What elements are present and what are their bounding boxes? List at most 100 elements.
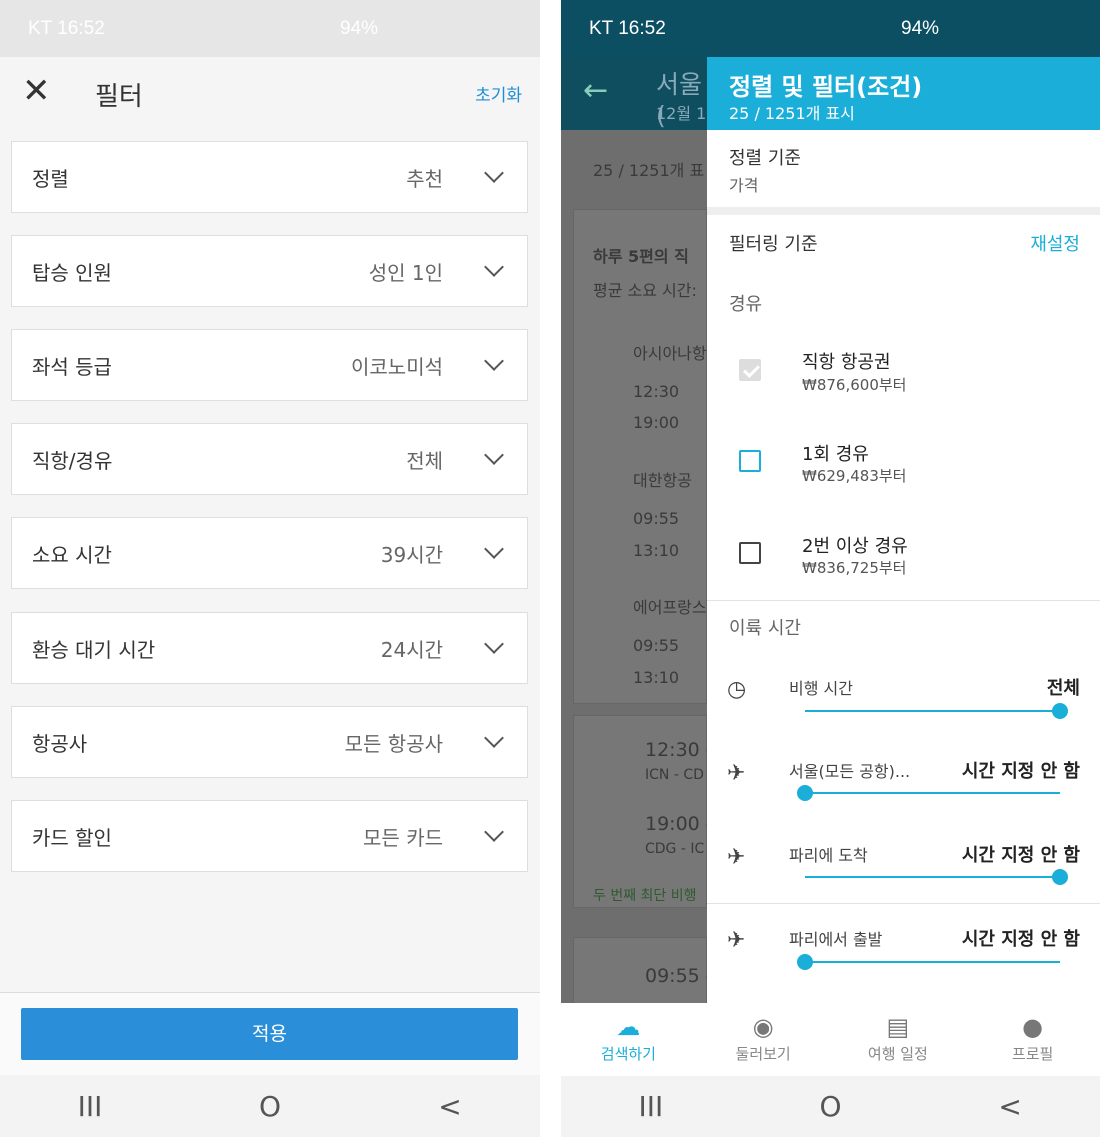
home-button[interactable]: O: [230, 1090, 310, 1123]
nonstop-checkbox[interactable]: [739, 359, 761, 381]
slider-track[interactable]: [805, 792, 1060, 794]
option-name: 직항 항공권: [802, 352, 891, 373]
sort-value: 가격: [729, 176, 759, 195]
flight-time: 09:55 -: [645, 965, 713, 987]
filter-label: 소요 시간: [32, 542, 112, 567]
sort-filter-screen: KT 16:52 94% ← 서울( 12월 1 25 / 1251개 표 하루…: [561, 0, 1100, 1137]
section-divider: [707, 207, 1100, 215]
apply-button[interactable]: 적용: [21, 1008, 518, 1060]
search-cloud-icon: ☁: [616, 1013, 641, 1041]
slider-track[interactable]: [805, 710, 1060, 712]
slider-label: 파리에 도착: [789, 846, 868, 865]
tab-explore[interactable]: ◉ 둘러보기: [696, 1003, 831, 1076]
tab-itinerary[interactable]: ▤ 여행 일정: [831, 1003, 966, 1076]
option-name: 2번 이상 경유: [802, 536, 908, 557]
filter-label: 항공사: [32, 731, 88, 756]
one-stop-checkbox[interactable]: [739, 450, 761, 472]
slider-value: 시간 지정 안 함: [961, 929, 1080, 950]
slider-label: 비행 시간: [789, 679, 853, 698]
chevron-down-icon: [484, 163, 504, 183]
summary-line: 하루 5편의 직: [593, 247, 689, 266]
slider-value: 전체: [1046, 678, 1080, 699]
filter-row-passengers[interactable]: 탑승 인원 성인 1인: [11, 235, 528, 307]
filter-label: 필터링 기준: [729, 234, 818, 255]
filter-value: 전체: [406, 448, 443, 473]
status-bar: KT 16:52 94%: [561, 0, 1100, 57]
option-name: 1회 경유: [802, 444, 869, 465]
back-button[interactable]: <: [410, 1090, 490, 1123]
chevron-down-icon: [484, 445, 504, 465]
filter-value: 모든 항공사: [344, 731, 443, 756]
airline-name: 아시아나항: [633, 344, 707, 363]
chevron-down-icon: [484, 539, 504, 559]
filter-screen: KT 16:52 94% ✕ 필터 초기화 정렬 추천 탑승 인원 성인 1인 …: [0, 0, 540, 1137]
reset-button[interactable]: 재설정: [1030, 230, 1080, 256]
filter-label: 환승 대기 시간: [32, 637, 156, 662]
chevron-down-icon: [484, 822, 504, 842]
back-arrow-icon: ←: [583, 73, 609, 108]
status-battery: 94%: [340, 17, 379, 39]
tab-search[interactable]: ☁ 검색하기: [561, 1003, 696, 1076]
bottom-tab-bar: ☁ 검색하기 ◉ 둘러보기 ▤ 여행 일정 ● 프로필: [561, 1003, 1100, 1076]
drawer-header: 정렬 및 필터(조건) 25 / 1251개 표시: [707, 57, 1100, 130]
slider-knob[interactable]: [797, 785, 813, 801]
plane-arrive-icon: ✈: [727, 845, 746, 870]
sort-section[interactable]: 정렬 기준 가격: [707, 130, 1100, 207]
flight-time: 12:30: [633, 382, 680, 401]
slider-track[interactable]: [805, 961, 1060, 963]
filter-row-duration[interactable]: 소요 시간 39시간: [11, 517, 528, 589]
filter-label: 좌석 등급: [32, 354, 112, 379]
filter-header: ✕ 필터 초기화: [0, 57, 540, 132]
filter-value: 39시간: [380, 542, 443, 567]
filter-row-airline[interactable]: 항공사 모든 항공사: [11, 706, 528, 778]
slider-track[interactable]: [805, 876, 1060, 878]
filter-label: 탑승 인원: [32, 260, 112, 285]
profile-icon: ●: [1022, 1013, 1044, 1041]
stops-label: 경유: [729, 294, 763, 315]
filter-label: 카드 할인: [32, 825, 112, 850]
filter-label: 정렬: [32, 166, 69, 191]
filter-row-stops[interactable]: 직항/경유 전체: [11, 423, 528, 495]
compass-icon: ◉: [752, 1013, 774, 1041]
status-battery: 94%: [901, 17, 940, 39]
reset-button[interactable]: 초기화: [475, 81, 522, 106]
flight-time: 19:00: [633, 413, 680, 432]
tab-label: 둘러보기: [735, 1045, 791, 1063]
slider-knob[interactable]: [1052, 869, 1068, 885]
flight-route: ICN - CD: [645, 767, 704, 783]
filter-row-layover[interactable]: 환승 대기 시간 24시간: [11, 612, 528, 684]
system-nav-bar: III O <: [0, 1075, 540, 1137]
status-time: KT 16:52: [589, 17, 666, 39]
filter-row-seat-class[interactable]: 좌석 등급 이코노미석: [11, 329, 528, 401]
filter-label: 직항/경유: [32, 448, 113, 473]
chevron-down-icon: [484, 351, 504, 371]
slider-knob[interactable]: [1052, 703, 1068, 719]
drawer-subtitle: 25 / 1251개 표시: [729, 104, 855, 123]
filter-row-sort[interactable]: 정렬 추천: [11, 141, 528, 213]
back-button[interactable]: <: [970, 1090, 1050, 1123]
filter-row-card-discount[interactable]: 카드 할인 모든 카드: [11, 800, 528, 872]
recent-apps-button[interactable]: III: [611, 1090, 691, 1123]
multi-stop-checkbox[interactable]: [739, 542, 761, 564]
filter-value: 추천: [406, 166, 443, 191]
slider-value: 시간 지정 안 함: [961, 761, 1080, 782]
tab-label: 여행 일정: [867, 1045, 928, 1063]
summary-line: 평균 소요 시간:: [593, 281, 697, 300]
chevron-down-icon: [484, 634, 504, 654]
slider-knob[interactable]: [797, 954, 813, 970]
filter-value: 이코노미석: [351, 354, 443, 379]
takeoff-label: 이륙 시간: [729, 618, 801, 639]
flight-time: 19:00 -: [645, 813, 713, 835]
slider-label: 파리에서 출발: [789, 930, 883, 949]
results-date: 12월 1: [656, 104, 707, 123]
plane-depart-icon: ✈: [727, 928, 746, 953]
recent-apps-button[interactable]: III: [50, 1090, 130, 1123]
close-icon[interactable]: ✕: [22, 71, 51, 111]
page-title: 필터: [95, 82, 143, 112]
home-button[interactable]: O: [790, 1090, 870, 1123]
results-count: 25 / 1251개 표: [593, 161, 705, 180]
section-divider: [707, 903, 1100, 904]
flight-route: CDG - IC: [645, 841, 705, 857]
slider-value: 시간 지정 안 함: [961, 845, 1080, 866]
tab-profile[interactable]: ● 프로필: [965, 1003, 1100, 1076]
